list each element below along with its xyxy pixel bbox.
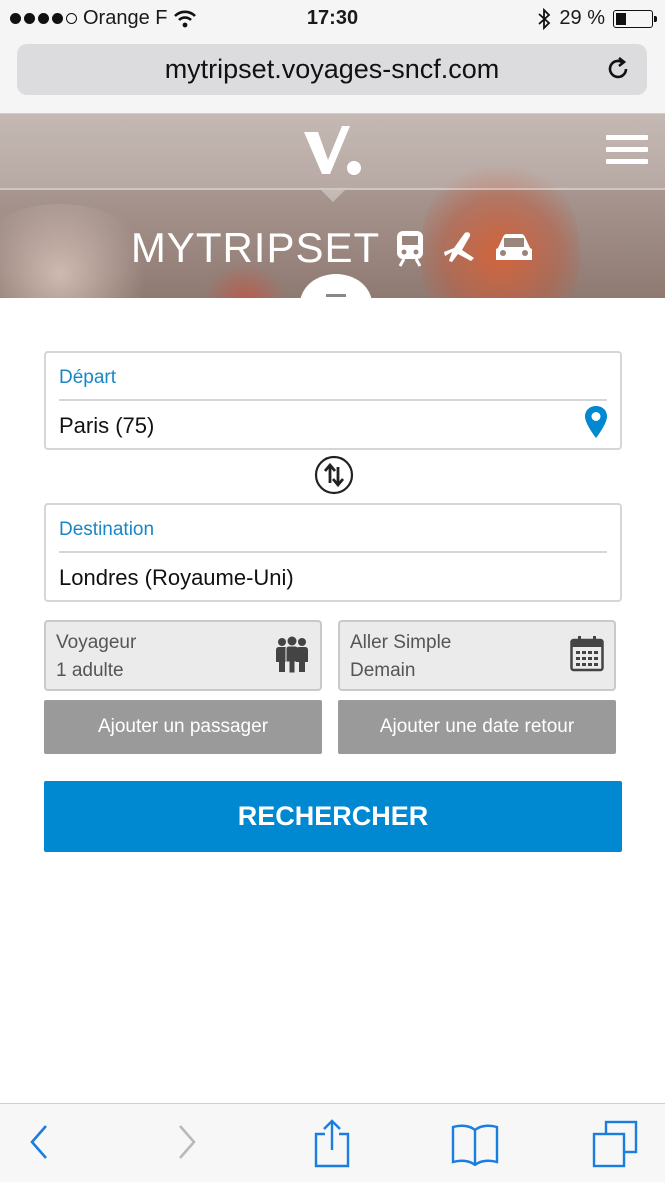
traveler-label: Voyageur — [56, 632, 137, 653]
status-bar: Orange F 17:30 29 % — [0, 0, 665, 38]
traveler-value: 1 adulte — [56, 660, 124, 681]
date-selector[interactable]: Aller Simple Demain — [338, 620, 616, 691]
calendar-icon — [570, 636, 604, 672]
bookmarks-icon[interactable] — [450, 1122, 500, 1166]
search-button[interactable]: RECHERCHER — [44, 781, 622, 852]
hero-header: MYTRIPSET — [0, 114, 665, 298]
voyages-sncf-logo[interactable] — [302, 124, 364, 182]
swap-icon[interactable] — [314, 455, 354, 495]
battery-icon — [613, 9, 657, 28]
destination-field[interactable]: Destination Londres (Royaume-Uni) — [44, 503, 622, 602]
brand-row: MYTRIPSET — [0, 224, 665, 272]
url-text: mytripset.voyages-sncf.com — [164, 54, 500, 84]
tabs-icon[interactable] — [592, 1120, 638, 1168]
brand-name: MYTRIPSET — [130, 224, 381, 271]
list-icon — [326, 294, 346, 298]
browser-toolbar — [0, 1103, 665, 1182]
add-return-date-button[interactable]: Ajouter une date retour — [338, 700, 616, 754]
traveler-selector[interactable]: Voyageur 1 adulte — [44, 620, 322, 691]
date-value: Demain — [350, 660, 416, 681]
reload-icon[interactable] — [603, 54, 633, 84]
address-bar[interactable]: mytripset.voyages-sncf.com — [17, 44, 647, 95]
menu-icon[interactable] — [606, 135, 648, 167]
plane-icon — [444, 232, 475, 262]
destination-value[interactable]: Londres (Royaume-Uni) — [59, 565, 294, 591]
car-icon — [496, 234, 533, 260]
battery-percent: 29 % — [559, 7, 605, 29]
collapse-handle[interactable] — [300, 274, 372, 298]
train-icon — [397, 231, 424, 267]
departure-label: Départ — [59, 367, 117, 388]
departure-field[interactable]: Départ Paris (75) — [44, 351, 622, 450]
departure-value[interactable]: Paris (75) — [59, 413, 154, 439]
forward-icon[interactable] — [174, 1122, 200, 1162]
destination-label: Destination — [59, 519, 155, 540]
location-pin-icon[interactable] — [584, 405, 608, 439]
share-icon[interactable] — [312, 1118, 352, 1168]
battery-info: 29 % — [537, 7, 657, 30]
bluetooth-icon — [538, 7, 551, 30]
browser-chrome: mytripset.voyages-sncf.com — [0, 38, 665, 114]
trip-type-label: Aller Simple — [350, 632, 452, 653]
back-icon[interactable] — [26, 1122, 52, 1162]
add-passenger-button[interactable]: Ajouter un passager — [44, 700, 322, 754]
group-icon — [276, 636, 308, 674]
